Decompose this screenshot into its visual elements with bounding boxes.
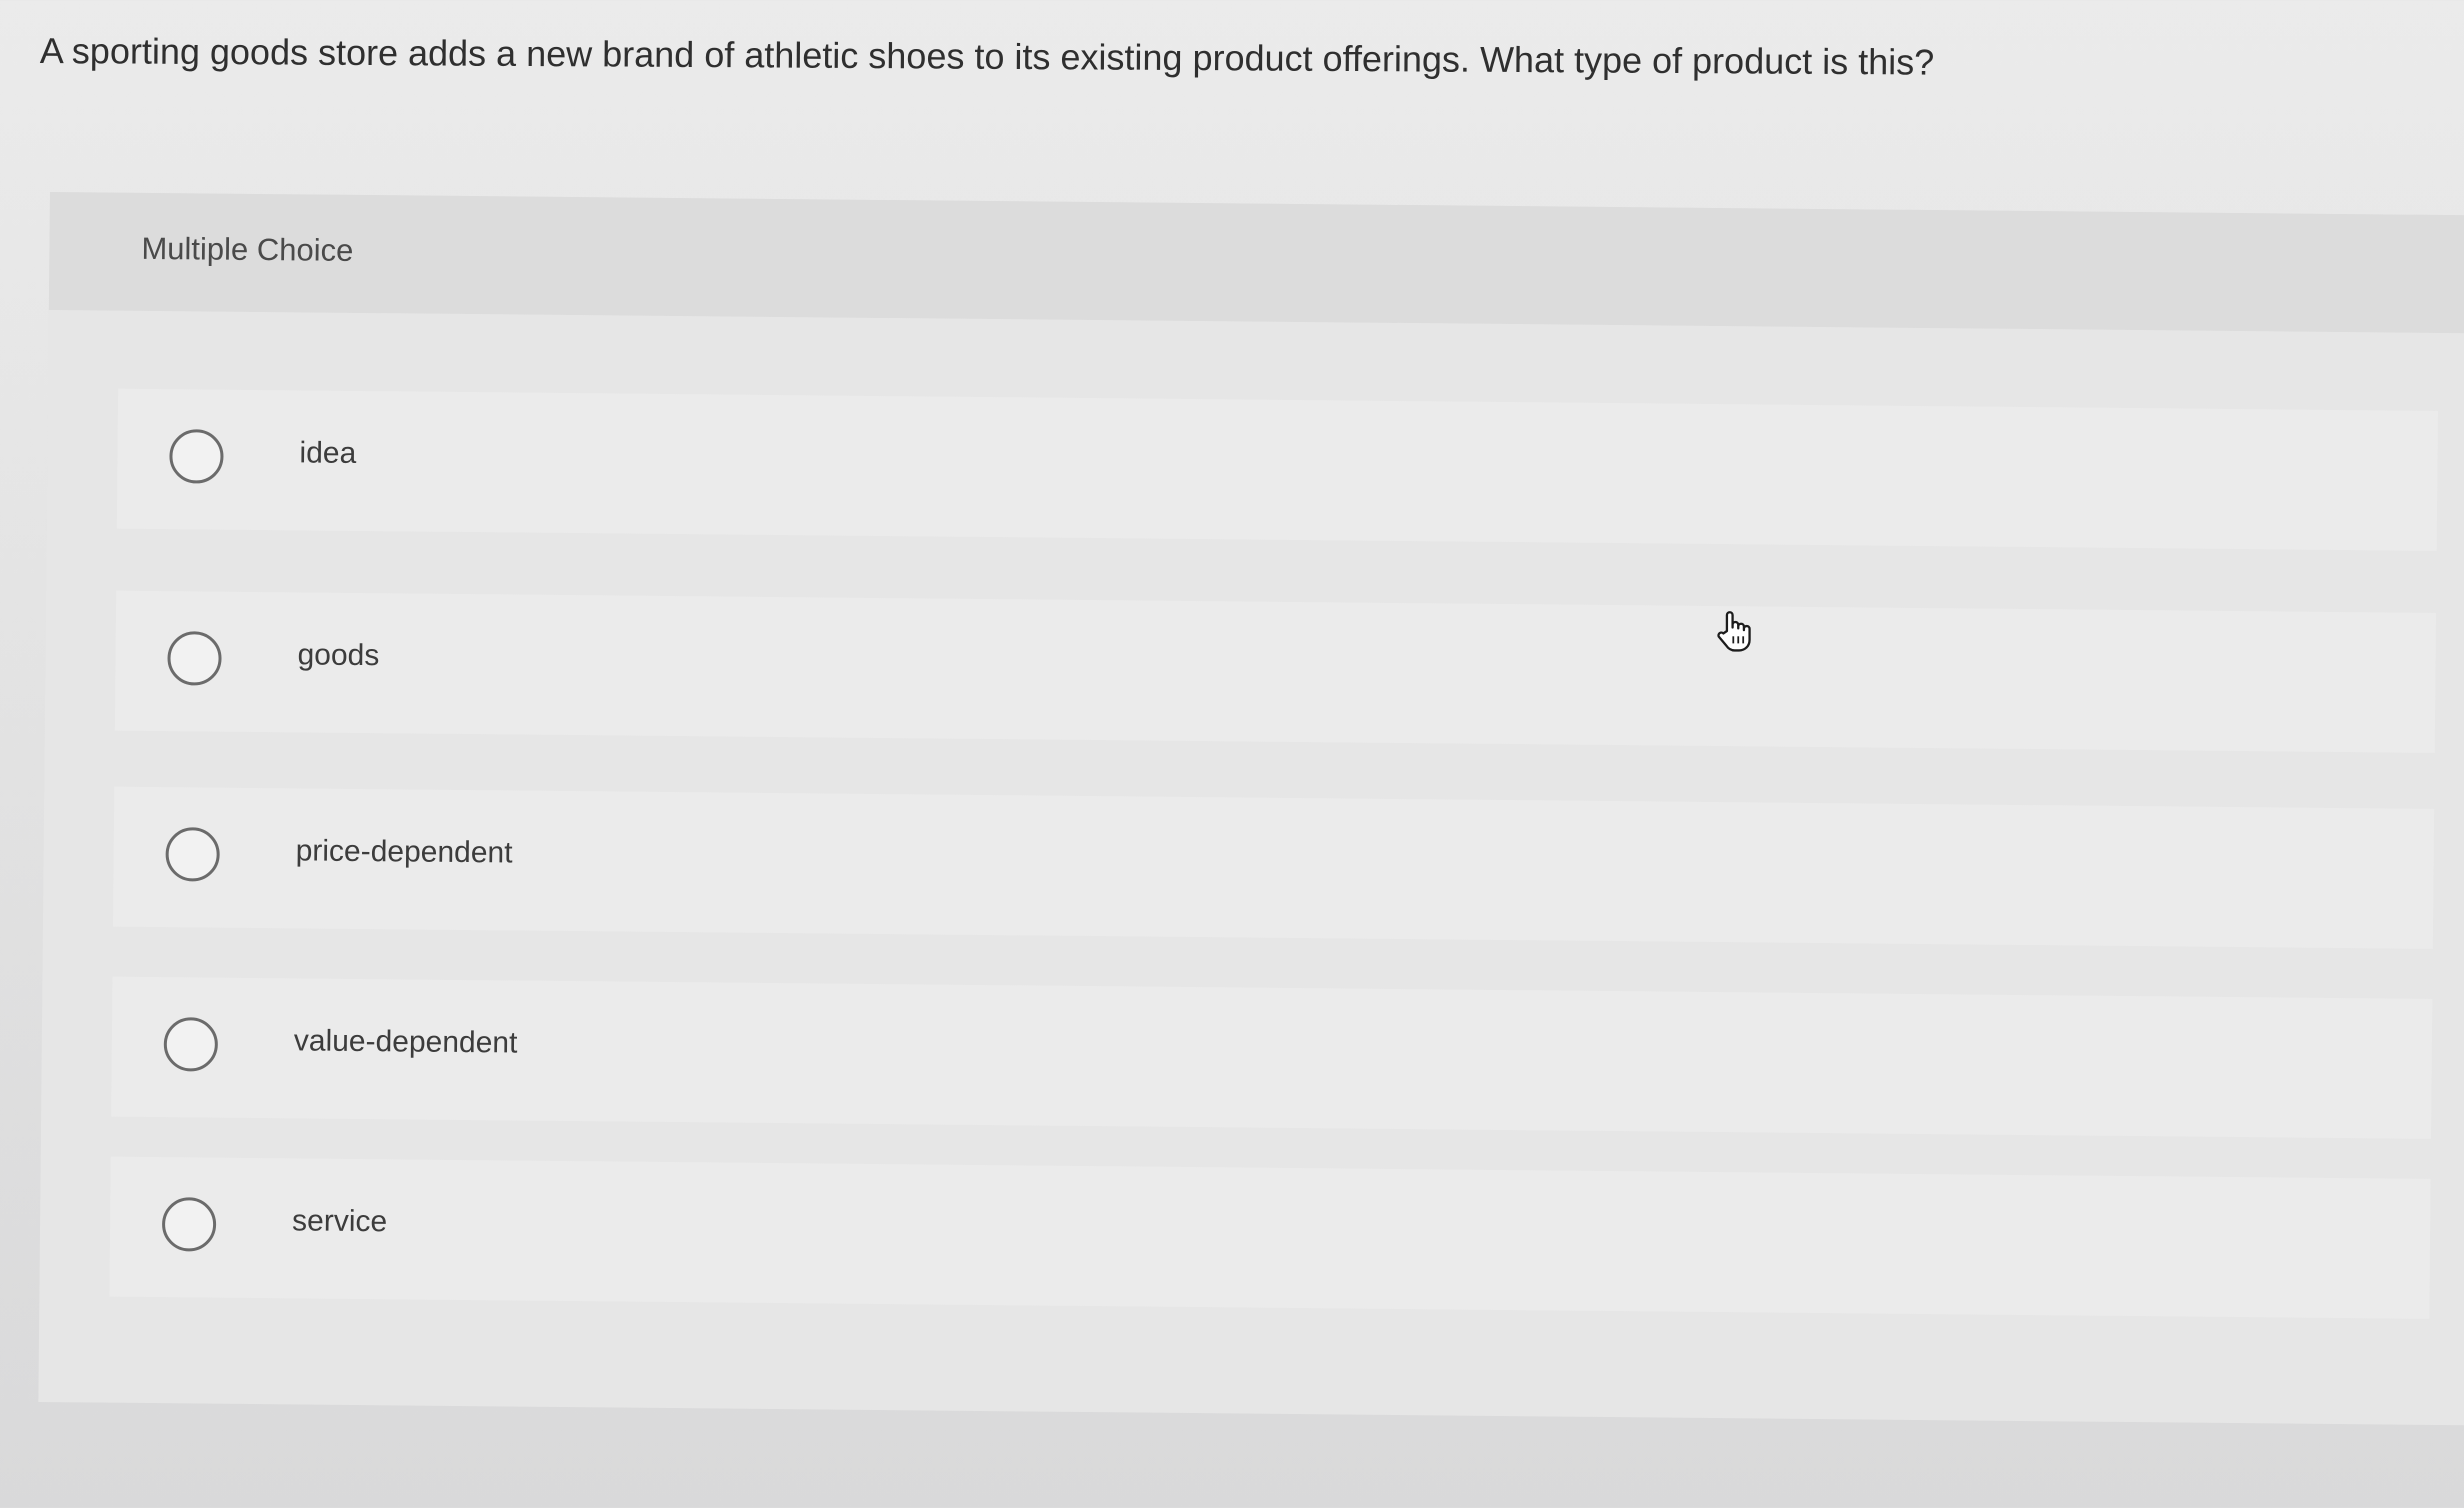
option-price-dependent[interactable]: price-dependent	[112, 786, 2435, 949]
option-value-dependent[interactable]: value-dependent	[111, 976, 2433, 1139]
option-label: idea	[299, 436, 357, 470]
hand-pointer-cursor-icon	[1717, 611, 1751, 652]
option-label: goods	[297, 638, 380, 673]
radio-unselected-icon[interactable]	[169, 429, 224, 484]
option-service[interactable]: service	[109, 1156, 2431, 1319]
multiple-choice-panel: Multiple Choice idea goods price-depende…	[38, 192, 2464, 1426]
multiple-choice-label: Multiple Choice	[141, 230, 354, 268]
radio-unselected-icon[interactable]	[163, 1017, 219, 1072]
question-text: A sporting goods store adds a new brand …	[39, 29, 1935, 83]
option-idea[interactable]: idea	[116, 388, 2439, 551]
radio-unselected-icon[interactable]	[167, 631, 222, 686]
radio-unselected-icon[interactable]	[161, 1197, 217, 1252]
multiple-choice-options: idea goods price-dependent value-depende…	[38, 309, 2464, 1426]
option-goods[interactable]: goods	[114, 590, 2437, 753]
option-label: price-dependent	[295, 834, 513, 870]
option-label: value-dependent	[293, 1024, 518, 1060]
radio-unselected-icon[interactable]	[165, 827, 220, 882]
option-label: service	[291, 1204, 388, 1239]
multiple-choice-header: Multiple Choice	[48, 192, 2464, 334]
